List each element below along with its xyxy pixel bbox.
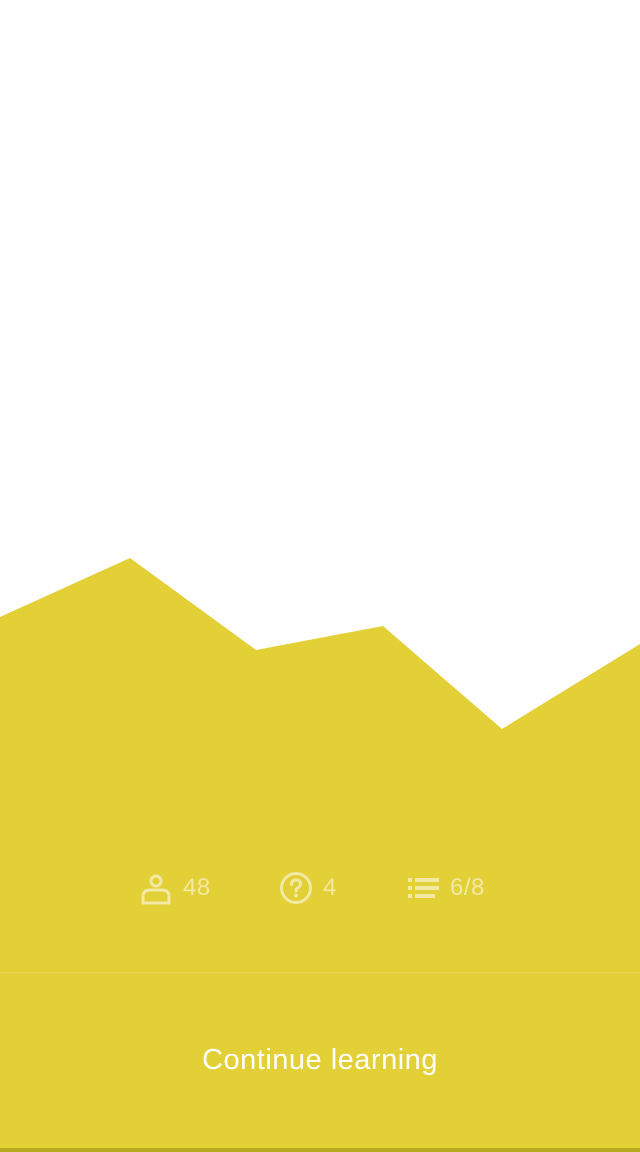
person-icon <box>139 871 173 905</box>
course-card: 48 4 6/8 Continue learning <box>0 0 640 1152</box>
bottom-strip <box>0 1148 640 1152</box>
questions-stat: 4 <box>279 866 337 910</box>
continue-learning-label: Continue learning <box>202 1044 438 1076</box>
continue-learning-button[interactable]: Continue learning <box>0 973 640 1148</box>
participants-stat: 48 <box>139 866 211 910</box>
participants-count: 48 <box>183 874 211 901</box>
list-icon <box>406 871 440 905</box>
progress-stat: 6/8 <box>406 866 485 910</box>
progress-count: 6/8 <box>450 874 485 901</box>
questions-count: 4 <box>323 874 337 901</box>
question-circle-icon <box>279 871 313 905</box>
course-stats: 48 4 6/8 <box>0 866 640 910</box>
